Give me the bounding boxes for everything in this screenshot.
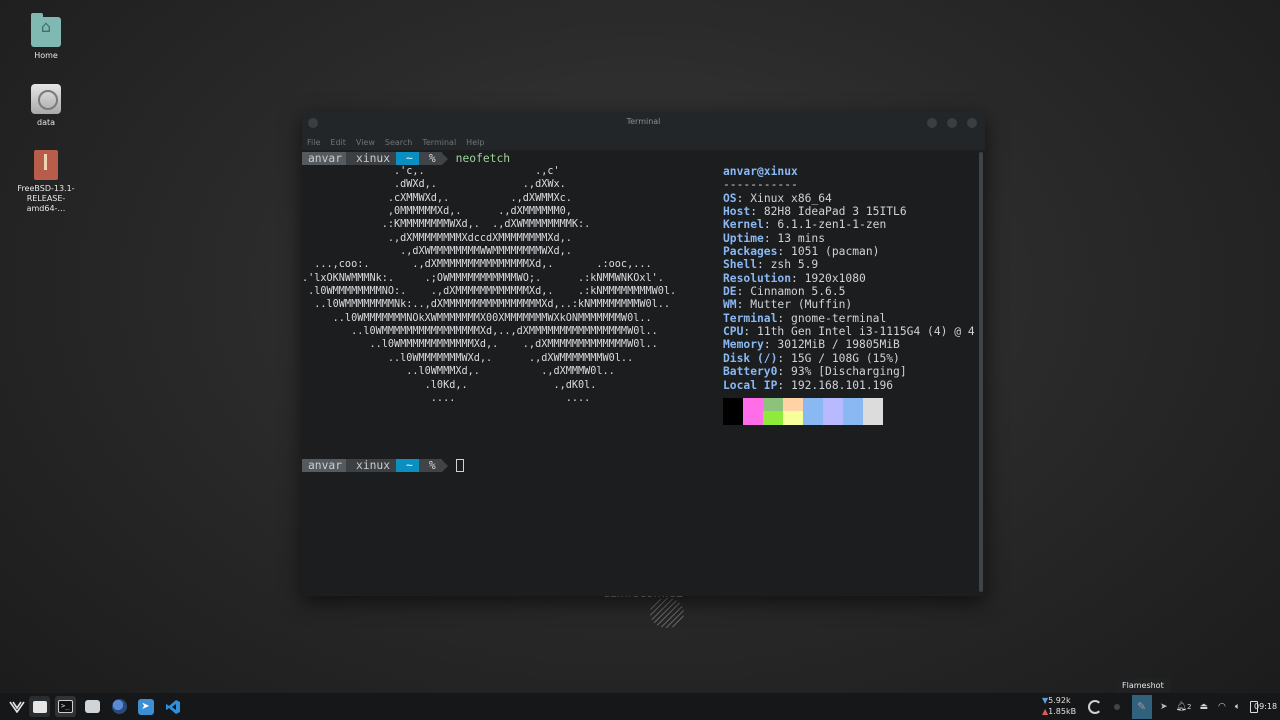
notification-count: 2 (1186, 702, 1192, 711)
folder-icon (31, 13, 61, 47)
neofetch-info: anvar@xinux ----------- OS: Xinux x86_64… (723, 165, 978, 425)
taskbar-app-button[interactable] (82, 696, 103, 717)
window-title: Terminal (626, 117, 661, 126)
color-palette (723, 397, 978, 425)
header-separator: ----------- (723, 178, 798, 192)
upload-speed: 1.85kB (1048, 707, 1077, 716)
palette-swatch (823, 397, 843, 425)
palette-swatch (783, 397, 803, 425)
desktop-icon-label: Home (34, 51, 58, 60)
prompt-user: anvar (302, 152, 347, 165)
info-uptime: Uptime: 13 mins (723, 231, 826, 245)
info-resolution: Resolution: 1920x1080 (723, 271, 866, 285)
menu-view[interactable]: View (356, 138, 375, 147)
download-speed: 5.92k (1048, 696, 1071, 705)
desktop-icon-data[interactable]: data (1, 84, 91, 128)
telegram-icon: ➤ (137, 698, 154, 715)
user-host-header: anvar@xinux (723, 165, 798, 178)
system-tray: ✎ ➤ 🔔︎2 ⏏︎ ◠ 🔈︎ (1088, 693, 1259, 720)
update-status-icon[interactable] (1088, 699, 1102, 714)
desktop-icon-label: data (36, 118, 56, 127)
terminal-menubar: File Edit View Search Terminal Help (302, 134, 985, 150)
palette-swatch (863, 397, 883, 425)
menu-terminal[interactable]: Terminal (422, 138, 456, 147)
wifi-icon[interactable]: ◠ (1218, 702, 1226, 712)
palette-swatch (843, 397, 863, 425)
xinux-logo-icon (8, 701, 25, 713)
prompt-host: xinux (346, 459, 397, 472)
clock[interactable]: 09:18 (1254, 702, 1277, 711)
text-cursor (455, 459, 464, 472)
volume-icon[interactable]: 🔈︎ (1235, 702, 1240, 712)
archive-file-icon (34, 150, 58, 180)
menu-file[interactable]: File (307, 138, 320, 147)
palette-swatch (723, 397, 743, 425)
terminal-output[interactable]: anvar xinux ~ % neofetch .'c,. .,c' .dWX… (302, 150, 985, 596)
info-host: Host: 82H8 IdeaPad 3 15ITL6 (723, 205, 907, 219)
terminal-icon: >_ (58, 700, 73, 713)
vscode-icon (165, 699, 180, 714)
prompt-symbol: % (418, 152, 442, 165)
minimize-icon[interactable] (927, 118, 937, 128)
prompt-dir: ~ (396, 152, 419, 165)
prompt-symbol: % (418, 459, 442, 472)
maximize-icon[interactable] (947, 118, 957, 128)
shell-prompt: anvar xinux ~ % neofetch (302, 152, 510, 165)
network-speed-indicator[interactable]: ▼5.92k ▲1.85kB (1042, 695, 1076, 717)
info-disk: Disk (/): 15G / 108G (15%) (723, 351, 900, 365)
prompt-host: xinux (346, 152, 397, 165)
palette-swatch (803, 397, 823, 425)
info-cpu: CPU: 11th Gen Intel i3-1115G4 (4) @ 4 (723, 325, 975, 339)
command-text: neofetch (455, 151, 511, 165)
drive-icon (31, 84, 61, 114)
drive-app-icon (85, 700, 100, 713)
firefox-icon (112, 699, 127, 714)
taskbar-vscode-button[interactable] (162, 696, 183, 717)
tray-dot-icon[interactable] (1114, 703, 1120, 710)
prompt-user: anvar (302, 459, 347, 472)
info-os: OS: Xinux x86_64 (723, 191, 832, 205)
prompt-separator-icon (441, 459, 448, 472)
menu-edit[interactable]: Edit (330, 138, 346, 147)
info-wm: WM: Mutter (Muffin) (723, 298, 853, 312)
info-local-ip: Local IP: 192.168.101.196 (723, 378, 894, 392)
terminal-scrollbar[interactable] (979, 152, 983, 592)
info-memory: Memory: 3012MiB / 19805MiB (723, 338, 900, 352)
desktop-icon-home[interactable]: Home (1, 13, 91, 61)
palette-swatch (763, 397, 783, 425)
files-icon (32, 700, 47, 713)
menu-help[interactable]: Help (466, 138, 484, 147)
taskbar-files-button[interactable] (29, 696, 50, 717)
prompt-dir: ~ (396, 459, 419, 472)
desktop-icon-freebsd-iso[interactable]: FreeBSD-13.1-RELEASE-amd64-… (1, 150, 91, 214)
taskbar-telegram-button[interactable]: ➤ (135, 696, 156, 717)
watermark-logo-icon (650, 598, 684, 628)
info-shell: Shell: zsh 5.9 (723, 258, 819, 272)
close-icon[interactable] (967, 118, 977, 128)
flameshot-icon: ✎ (1137, 699, 1147, 713)
info-kernel: Kernel: 6.1.1-zen1-1-zen (723, 218, 887, 232)
shell-prompt: anvar xinux ~ % (302, 459, 464, 472)
flameshot-tray-button[interactable]: ✎ (1132, 694, 1152, 719)
info-terminal: Terminal: gnome-terminal (723, 311, 887, 325)
info-de: DE: Cinnamon 5.6.5 (723, 285, 846, 299)
app-menu-button[interactable] (6, 696, 27, 717)
info-packages: Packages: 1051 (pacman) (723, 245, 880, 259)
menu-search[interactable]: Search (385, 138, 412, 147)
flameshot-tooltip: Flameshot (1116, 678, 1170, 693)
taskbar-firefox-button[interactable] (109, 696, 130, 717)
terminal-titlebar[interactable]: Terminal (302, 112, 985, 134)
terminal-window[interactable]: Terminal File Edit View Search Terminal … (302, 112, 985, 596)
telegram-tray-icon[interactable]: ➤ (1160, 702, 1168, 712)
prompt-separator-icon (441, 152, 448, 165)
eject-icon[interactable]: ⏏︎ (1199, 702, 1208, 712)
desktop-icon-label: FreeBSD-13.1-RELEASE-amd64-… (17, 184, 75, 213)
neofetch-ascii-logo: .'c,. .,c' .dWXd,. .,dXWx. .cXMMWXd,. .,… (302, 166, 677, 404)
taskbar-terminal-button[interactable]: >_ (55, 696, 76, 717)
notifications-icon[interactable]: 🔔︎2 (1176, 702, 1192, 712)
info-battery: Battery0: 93% [Discharging] (723, 365, 907, 379)
palette-swatch (743, 397, 763, 425)
